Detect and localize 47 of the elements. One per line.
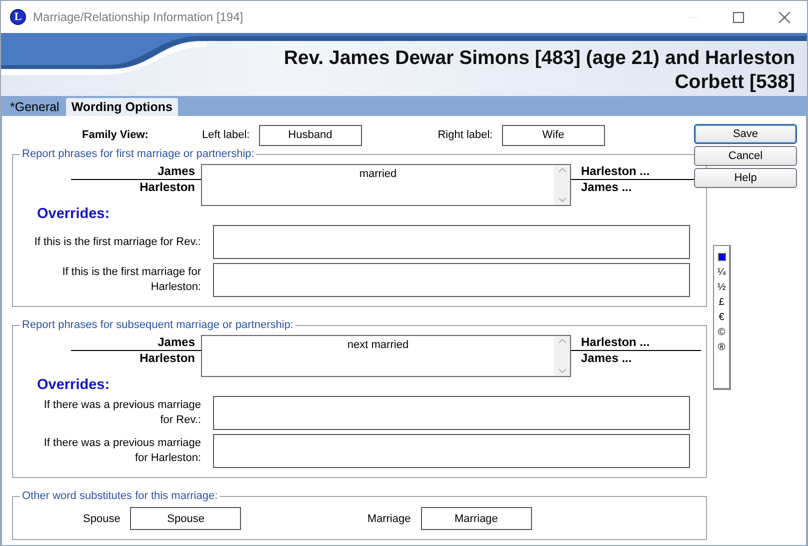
name-label: Harleston ... <box>580 335 650 350</box>
symbol-button[interactable]: ¼ <box>717 265 726 280</box>
override-label: If there was a previous marriage for Harleston: <box>42 436 201 466</box>
tab[interactable]: *General <box>5 98 64 116</box>
name-label: James <box>158 335 196 350</box>
field-label: Left label: <box>202 129 250 141</box>
color-swatch[interactable] <box>718 253 726 261</box>
maximize-icon[interactable] <box>732 12 744 22</box>
field-label: Right label: <box>438 129 493 141</box>
override-field[interactable] <box>213 263 690 297</box>
substitute-field[interactable]: Marriage <box>420 507 532 530</box>
group-legend: Report phrases for first marriage or partnership: <box>20 148 256 160</box>
window-title: Marriage/Relationship Information [194] <box>33 10 244 24</box>
override-label: If this is the first marriage for Rev.: <box>33 234 201 250</box>
tab[interactable]: Wording Options <box>66 98 178 116</box>
group-legend: Other word substitutes for this marriage: <box>20 490 220 502</box>
group-legend: Report phrases for subsequent marriage or partnership: <box>20 319 296 331</box>
left-label-field[interactable]: Husband <box>258 124 362 146</box>
header-title: Rev. James Dewar Simons [483] (age 21) and Harleston Corbett [538] <box>282 46 795 94</box>
symbol-button[interactable]: £ <box>718 295 724 310</box>
overrides-heading: Overrides: <box>37 377 111 393</box>
symbol-button[interactable]: € <box>718 310 724 325</box>
name-label: James ... <box>580 351 632 366</box>
family-view-heading: Family View: <box>82 129 150 141</box>
close-icon[interactable] <box>778 12 790 22</box>
name-label: James ... <box>580 180 632 195</box>
substitute-field[interactable]: Spouse <box>130 507 242 530</box>
override-field[interactable] <box>213 434 690 468</box>
name-label: James <box>158 164 196 179</box>
override-label: If this is the first marriage for Harleston: <box>61 265 201 295</box>
overrides-heading: Overrides: <box>37 206 111 222</box>
override-field[interactable] <box>213 396 690 430</box>
dialog-button[interactable]: Save <box>694 124 797 144</box>
symbol-button[interactable]: ® <box>718 340 726 355</box>
override-field[interactable] <box>213 225 690 259</box>
symbol-button[interactable]: ½ <box>717 280 726 295</box>
name-label: Harleston <box>140 351 196 366</box>
field-label: Spouse <box>83 512 120 524</box>
dialog-button[interactable]: Help <box>694 168 797 188</box>
app-logo-icon: L <box>10 9 26 25</box>
field-label: Marriage <box>367 512 411 524</box>
right-label-field[interactable]: Wife <box>502 124 605 146</box>
override-label: If there was a previous marriage for Rev.: <box>42 398 201 428</box>
name-label: Harleston <box>140 180 196 195</box>
dialog-button[interactable]: Cancel <box>694 146 797 166</box>
name-label: Harleston ... <box>580 164 650 179</box>
symbol-button[interactable]: © <box>718 325 726 340</box>
